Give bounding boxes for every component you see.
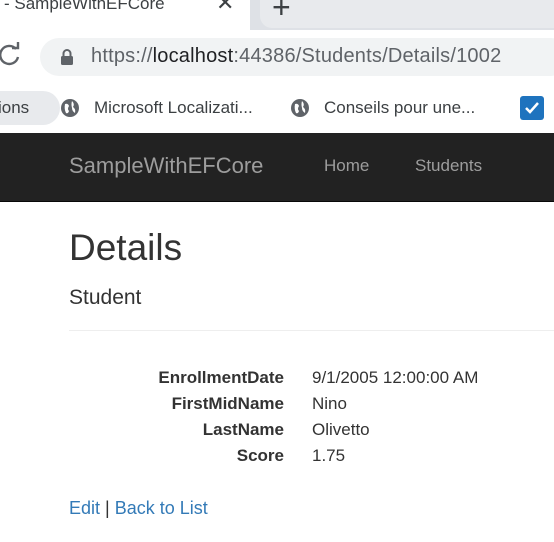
bookmark-item[interactable]: Conseils pour une... [290,91,475,125]
bookmark-label: Microsoft Localizati... [94,98,253,117]
lock-icon [61,49,73,65]
bookmark-item[interactable] [520,91,544,125]
tab-title: - SampleWithEFCore [4,0,165,13]
url-text: https://localhost:44386/Students/Details… [91,45,501,68]
detail-row: FirstMidName Nino [69,394,554,420]
globe-icon [61,99,79,117]
bookmark-label: Conseils pour une... [324,98,476,117]
field-value: 9/1/2005 12:00:00 AM [312,368,479,387]
detail-row: LastName Olivetto [69,420,554,446]
url-scheme: https:// [91,45,153,67]
field-label: EnrollmentDate [158,368,284,387]
address-bar[interactable]: https://localhost:44386/Students/Details… [40,38,554,76]
app-icon [520,96,544,120]
url-host: localhost [152,45,234,67]
detail-row: EnrollmentDate 9/1/2005 12:00:00 AM [69,368,554,394]
bookmark-item[interactable]: ions [0,91,60,125]
bookmark-item[interactable]: Microsoft Localizati... [60,91,253,125]
detail-row: Score 1.75 [69,446,554,472]
link-separator: | [105,498,110,518]
new-tab-button[interactable]: + [272,0,291,24]
url-path: :44386/Students/Details/1002 [233,45,502,67]
globe-icon [291,99,309,117]
reload-icon[interactable] [0,40,24,70]
details-list: EnrollmentDate 9/1/2005 12:00:00 AM Firs… [69,368,554,472]
browser-chrome: - SampleWithEFCore ✕ + https://localhost… [0,0,554,133]
close-icon[interactable]: ✕ [216,0,234,15]
browser-toolbar: https://localhost:44386/Students/Details… [0,30,554,83]
divider [69,330,554,331]
field-label: LastName [202,420,284,439]
new-tab-area: + [260,0,554,28]
field-value: 1.75 [312,446,346,465]
field-value: Nino [312,394,347,413]
field-label: FirstMidName [171,394,284,413]
page-subtitle: Student [69,286,142,309]
action-links: Edit | Back to List [69,498,208,519]
field-value: Olivetto [312,420,370,439]
bookmark-label: ions [0,98,30,117]
back-to-list-link[interactable]: Back to List [115,498,208,518]
page-title: Details [69,227,183,268]
brand-link[interactable]: SampleWithEFCore [69,153,263,179]
edit-link[interactable]: Edit [69,498,100,518]
bookmarks-bar: ions Microsoft Localizati... Conseils po… [0,83,554,133]
site-navbar: SampleWithEFCore Home Students [0,133,554,202]
tab-strip: - SampleWithEFCore ✕ + [0,0,554,30]
nav-home[interactable]: Home [324,156,369,176]
nav-students[interactable]: Students [415,156,482,176]
browser-tab[interactable]: - SampleWithEFCore ✕ [0,0,250,30]
field-label: Score [236,446,284,465]
